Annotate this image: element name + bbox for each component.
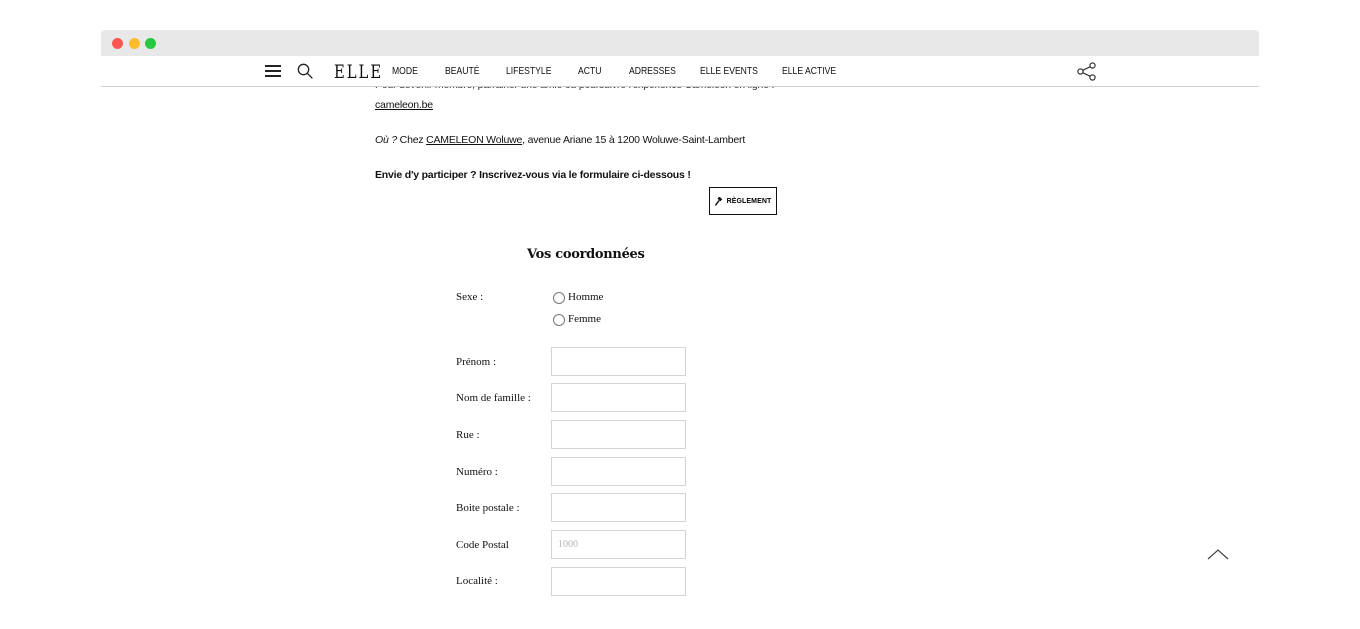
share-icon[interactable]: [1077, 62, 1097, 81]
elle-logo[interactable]: ELLE: [334, 61, 383, 83]
chevron-up-icon[interactable]: [1207, 547, 1229, 561]
where-label: Où ?: [375, 134, 397, 146]
article-location: Où ? Chez CAMELEON Woluwe, avenue Ariane…: [375, 134, 745, 146]
where-address: , avenue Ariane 15 à 1200 Woluwe-Saint-L…: [522, 134, 746, 146]
minimize-window-button[interactable]: [129, 38, 140, 49]
nav-item-beaute[interactable]: BEAUTÉ: [445, 65, 479, 77]
boite-postale-label: Boite postale :: [456, 502, 520, 514]
hamburger-icon[interactable]: [265, 65, 281, 77]
prenom-field[interactable]: [551, 347, 686, 376]
rue-field[interactable]: [551, 420, 686, 449]
search-icon[interactable]: [297, 63, 313, 79]
rules-button[interactable]: RÈGLEMENT: [709, 187, 777, 215]
localite-field[interactable]: [551, 567, 686, 596]
nom-field[interactable]: [551, 383, 686, 412]
code-postal-label: Code Postal: [456, 539, 509, 551]
nav-item-elle-events[interactable]: ELLE EVENTS: [700, 65, 758, 77]
nav-item-elle-active[interactable]: ELLE ACTIVE: [782, 65, 836, 77]
radio-homme-label: Homme: [568, 291, 604, 303]
where-prefix: Chez: [396, 134, 427, 146]
radio-femme-label: Femme: [568, 313, 601, 325]
cameleon-link[interactable]: cameleon.be: [375, 99, 433, 111]
close-window-button[interactable]: [112, 38, 123, 49]
title-bar: [101, 30, 1259, 56]
prenom-label: Prénom :: [456, 356, 497, 368]
numero-field[interactable]: [551, 457, 686, 486]
article-cta: Envie d'y participer ? Inscrivez-vous vi…: [375, 169, 691, 181]
nom-label: Nom de famille :: [456, 392, 531, 404]
numero-label: Numéro :: [456, 466, 498, 478]
site-header: ELLE MODE BEAUTÉ LIFESTYLE ACTU ADRESSES…: [101, 56, 1259, 87]
nav-item-mode[interactable]: MODE: [392, 65, 418, 77]
sex-label: Sexe :: [456, 291, 484, 303]
gavel-icon: [714, 196, 722, 206]
cameleon-woluwe-link[interactable]: CAMELEON Woluwe: [426, 134, 522, 146]
maximize-window-button[interactable]: [145, 38, 156, 49]
rules-button-label: RÈGLEMENT: [726, 197, 772, 205]
nav-item-lifestyle[interactable]: LIFESTYLE: [506, 65, 551, 77]
radio-femme[interactable]: [553, 314, 565, 326]
nav-item-actu[interactable]: ACTU: [578, 65, 601, 77]
rue-label: Rue :: [456, 429, 480, 441]
code-postal-field[interactable]: [551, 530, 686, 559]
nav-item-adresses[interactable]: ADRESSES: [629, 65, 676, 77]
localite-label: Localité :: [456, 575, 498, 587]
radio-homme[interactable]: [553, 292, 565, 304]
boite-postale-field[interactable]: [551, 493, 686, 522]
form-title: Vos coordonnées: [527, 247, 645, 262]
